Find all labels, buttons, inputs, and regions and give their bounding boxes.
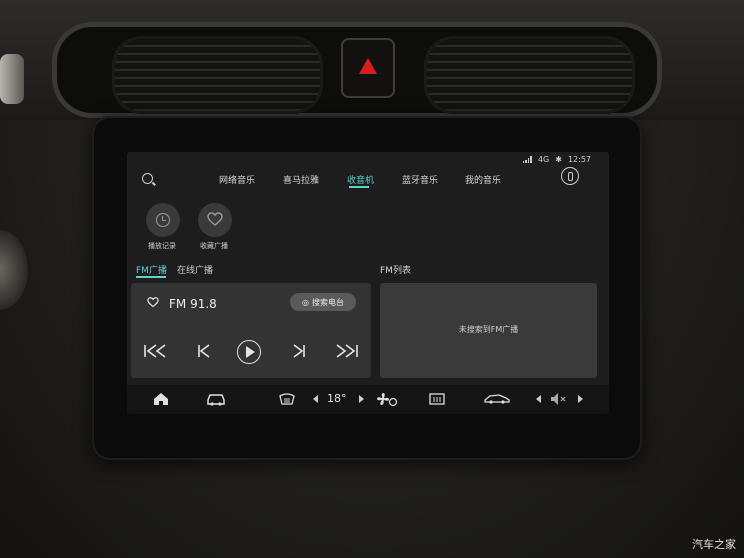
history-icon <box>156 213 170 227</box>
active-subtab-indicator <box>136 276 166 278</box>
fm-list-empty-text: 未搜索到FM广播 <box>458 325 519 334</box>
rewind-icon[interactable] <box>143 343 169 359</box>
player-card: FM 91.8 ◎ 搜索电台 <box>131 283 371 378</box>
subtab-online-radio[interactable]: 在线广播 <box>177 263 213 276</box>
car-settings-icon[interactable] <box>484 392 510 404</box>
favorite-heart-icon[interactable] <box>147 297 159 308</box>
watermark: 汽车之家 <box>692 538 736 551</box>
tab-radio[interactable]: 收音机 <box>347 173 374 186</box>
clock: 12:57 <box>567 155 591 164</box>
side-vent-knob <box>0 230 28 310</box>
defrost-rear-icon[interactable] <box>429 392 445 406</box>
air-vent-right <box>424 36 635 114</box>
bottom-dock: 18° <box>127 385 609 414</box>
fast-forward-icon[interactable] <box>333 343 359 359</box>
tab-my-music[interactable]: 我的音乐 <box>465 173 501 186</box>
door-handle-trim <box>0 54 24 104</box>
tab-bluetooth-music[interactable]: 蓝牙音乐 <box>402 173 438 186</box>
fm-list-title: FM列表 <box>380 266 411 276</box>
history-label: 播放记录 <box>148 242 176 250</box>
fan-icon[interactable] <box>376 392 398 407</box>
home-icon[interactable] <box>153 392 169 406</box>
history-button[interactable] <box>146 203 180 237</box>
temperature: 18° <box>327 392 347 405</box>
volume-mute-icon[interactable] <box>550 392 568 406</box>
tab-online-music[interactable]: 网络音乐 <box>219 173 255 186</box>
top-nav: 网络音乐 喜马拉雅 收音机 蓝牙音乐 我的音乐 <box>127 170 609 192</box>
fm-list-panel: 未搜索到FM广播 <box>380 283 597 378</box>
network-type: 4G <box>537 155 550 164</box>
search-icon[interactable] <box>142 173 153 184</box>
car-icon[interactable] <box>206 392 226 406</box>
volume-up-icon[interactable] <box>578 395 583 403</box>
signal-icon <box>522 156 532 163</box>
search-station-button[interactable]: ◎ 搜索电台 <box>290 293 356 311</box>
radio-wave-icon: ◎ <box>302 297 309 307</box>
volume-down-icon[interactable] <box>536 395 541 403</box>
search-station-label: 搜索电台 <box>311 297 344 307</box>
play-icon[interactable] <box>237 340 261 364</box>
defrost-front-icon[interactable] <box>278 392 296 406</box>
heart-icon <box>207 212 223 226</box>
air-vent-left <box>112 36 323 114</box>
next-icon[interactable] <box>292 343 306 359</box>
subtab-fm[interactable]: FM广播 <box>136 263 167 276</box>
previous-icon[interactable] <box>197 343 211 359</box>
temp-up-icon[interactable] <box>359 395 364 403</box>
audio-settings-icon[interactable] <box>561 167 579 185</box>
status-bar: 4G ✱ 12:57 <box>522 155 591 164</box>
frequency-display: FM 91.8 <box>169 297 217 311</box>
bluetooth-icon: ✱ <box>555 155 562 164</box>
favorites-button[interactable] <box>198 203 232 237</box>
temp-down-icon[interactable] <box>313 395 318 403</box>
tab-ximalaya[interactable]: 喜马拉雅 <box>283 173 319 186</box>
infotainment-screen: 4G ✱ 12:57 网络音乐 喜马拉雅 收音机 蓝牙音乐 我的音乐 播放记录 … <box>127 152 609 414</box>
hazard-button[interactable] <box>341 38 395 98</box>
active-tab-indicator <box>349 186 369 188</box>
favorites-label: 收藏广播 <box>200 242 228 250</box>
